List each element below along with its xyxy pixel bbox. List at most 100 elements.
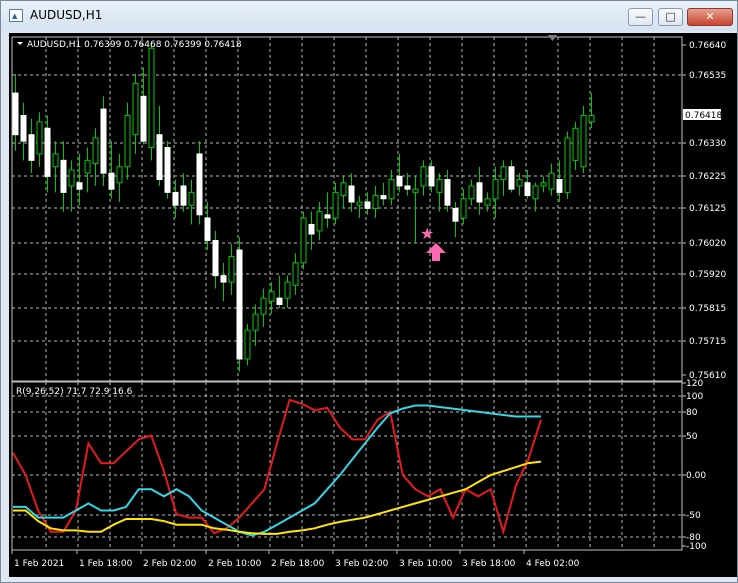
- time-tick-label: 1 Feb 2021: [14, 559, 64, 569]
- chart-canvas[interactable]: 0.76640 0.76535 0.76330 0.76225 0.76125 0.760…: [9, 33, 737, 577]
- chart-background: [9, 33, 737, 577]
- price-tick-label: 0.75920: [689, 270, 726, 280]
- candle-body: [60, 159, 67, 193]
- candle-body: [172, 191, 179, 206]
- price-tick-label: 0.76020: [689, 239, 726, 249]
- price-tick-label: 0.76125: [689, 204, 726, 214]
- candle-body: [156, 134, 163, 181]
- candle-body: [468, 185, 475, 200]
- candle-body: [12, 92, 19, 136]
- price-tick-label: 0.76330: [689, 139, 726, 149]
- time-tick-label: 3 Feb 10:00: [399, 559, 453, 569]
- price-tick-label: 0.75815: [689, 304, 726, 314]
- candle-body: [540, 182, 547, 187]
- candle-body: [28, 134, 35, 161]
- window-title: AUDUSD,H1: [30, 8, 103, 22]
- indicator-panel-header: R(9,26,52) 71.7 72.9 16.6: [16, 387, 133, 397]
- candle-body: [188, 191, 195, 206]
- indicator-tick-label: 80: [686, 408, 698, 418]
- candle-body: [212, 239, 219, 277]
- candle-body: [404, 185, 411, 190]
- candle-body: [356, 201, 363, 206]
- maximize-icon: □: [665, 10, 676, 23]
- indicator-tick-label: -50: [686, 511, 701, 521]
- minimize-icon: —: [635, 10, 646, 23]
- time-tick-label: 2 Feb 02:00: [143, 559, 197, 569]
- candle-body: [148, 47, 155, 149]
- candle-body: [52, 153, 59, 168]
- candle-body: [140, 95, 147, 142]
- candle-body: [244, 329, 251, 360]
- candle-body: [380, 195, 387, 200]
- candle-body: [572, 127, 579, 161]
- candle-body: [548, 172, 555, 190]
- price-tick-label: 0.76535: [689, 71, 726, 81]
- candle-body: [204, 217, 211, 241]
- price-tick-label: 0.76225: [689, 172, 726, 182]
- candle-body: [428, 166, 435, 187]
- close-button[interactable]: ✕: [687, 8, 733, 26]
- candle-body: [436, 179, 443, 193]
- chart-window: ▲ AUDUSD,H1 — □ ✕ 0.76640 0.76535 0.76330 0…: [0, 0, 738, 583]
- candle-body: [348, 185, 355, 203]
- candle-body: [316, 211, 323, 232]
- candle-body: [476, 182, 483, 203]
- time-tick-label: 2 Feb 18:00: [271, 559, 325, 569]
- candle-body: [340, 182, 347, 197]
- title-bar[interactable]: ▲ AUDUSD,H1 — □ ✕: [1, 1, 737, 31]
- candle-body: [268, 291, 275, 302]
- candle-body: [332, 191, 339, 219]
- candle-body: [460, 198, 467, 219]
- candle-body: [68, 169, 75, 187]
- candle-body: [228, 255, 235, 283]
- candle-body: [556, 179, 563, 193]
- chart-area[interactable]: 0.76640 0.76535 0.76330 0.76225 0.76125 0.760…: [9, 33, 737, 577]
- price-tick-label: 0.75715: [689, 337, 726, 347]
- candle-body: [372, 195, 379, 209]
- close-icon: ✕: [705, 10, 715, 23]
- candle-body: [396, 175, 403, 187]
- candle-body: [308, 223, 315, 235]
- candle-body: [164, 147, 171, 193]
- candle-body: [124, 114, 131, 168]
- candle-body: [444, 179, 451, 206]
- candle-body: [220, 275, 227, 283]
- maximize-button[interactable]: □: [658, 8, 683, 26]
- candle-body: [252, 313, 259, 331]
- minimize-button[interactable]: —: [628, 8, 653, 26]
- candle-body: [180, 185, 187, 206]
- candle-body: [300, 217, 307, 264]
- candle-body: [580, 114, 587, 168]
- candle-body: [364, 201, 371, 209]
- candle-body: [412, 188, 419, 193]
- candle-body: [508, 166, 515, 190]
- candle-body: [260, 297, 267, 315]
- candle-body: [484, 198, 491, 206]
- time-tick-label: 1 Feb 18:00: [79, 559, 133, 569]
- candle-body: [108, 172, 115, 190]
- current-price-label: 0.76418: [685, 111, 722, 121]
- candle-body: [236, 249, 243, 360]
- candle-body: [36, 121, 43, 155]
- indicator-tick-label: 120: [686, 379, 703, 389]
- indicator-tick-label: 50: [686, 432, 698, 442]
- candle-body: [284, 281, 291, 299]
- candle-body: [532, 185, 539, 200]
- candle-body: [92, 137, 99, 165]
- candle-body: [84, 159, 91, 174]
- price-panel-header: AUDUSD,H1 0.76399 0.76468 0.76399 0.7641…: [27, 40, 242, 50]
- candle-body: [132, 82, 139, 136]
- candle-body: [116, 166, 123, 184]
- candle-body: [276, 297, 283, 306]
- candle-body: [324, 214, 331, 219]
- candle-body: [388, 179, 395, 200]
- indicator-tick-label: 0.00: [686, 471, 706, 481]
- candle-body: [76, 182, 83, 190]
- star-icon: ★: [420, 224, 434, 243]
- indicator-tick-label: -100: [686, 542, 707, 552]
- candle-body: [500, 166, 507, 181]
- candle-body: [492, 179, 499, 200]
- candle-body: [292, 262, 299, 286]
- indicator-tick-label: 100: [686, 392, 703, 402]
- candle-body: [516, 179, 523, 187]
